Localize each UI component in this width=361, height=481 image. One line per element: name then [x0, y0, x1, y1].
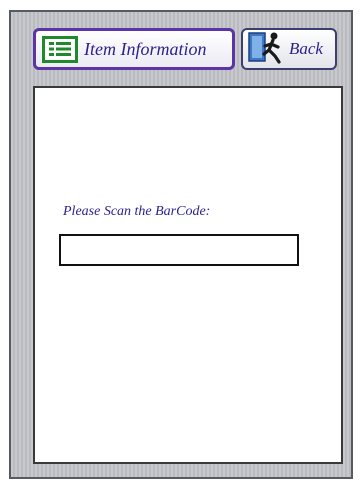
- device-frame: Item Information Back Please Scan the Ba…: [9, 10, 353, 479]
- barcode-input[interactable]: [59, 234, 299, 266]
- scan-barcode-label: Please Scan the BarCode:: [63, 204, 211, 219]
- tab-bar: Item Information Back: [11, 12, 351, 90]
- list-icon: [42, 35, 78, 63]
- back-button-label: Back: [289, 39, 323, 58]
- tab-item-information[interactable]: Item Information: [33, 28, 235, 70]
- content-panel: Please Scan the BarCode:: [33, 86, 343, 464]
- back-button[interactable]: Back: [241, 28, 337, 70]
- exit-door-icon: [247, 30, 287, 69]
- tab-item-information-label: Item Information: [84, 38, 207, 59]
